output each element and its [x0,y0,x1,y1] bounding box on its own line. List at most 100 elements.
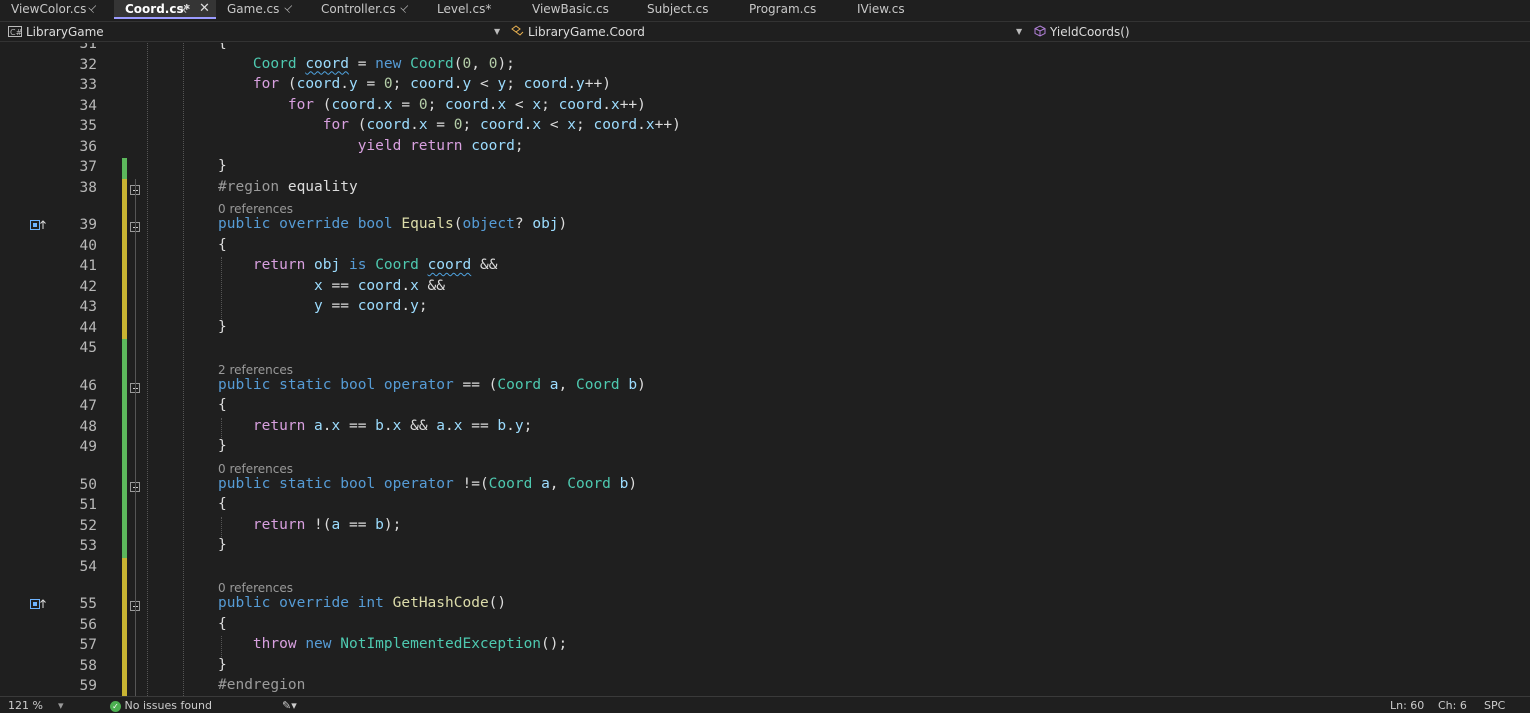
indent-guide [183,43,184,696]
code-line[interactable]: return obj is Coord coord && [218,257,498,273]
tab-controller-cs[interactable]: Controller.cs ⊥ [310,0,426,19]
brush-icon[interactable]: ✎▾ [282,699,297,713]
line-number: 45 [79,340,97,356]
chevron-down-icon[interactable]: ▾ [58,699,64,713]
code-line[interactable]: throw new NotImplementedException(); [218,636,567,652]
code-line[interactable]: return !(a == b); [218,517,401,533]
code-line[interactable]: return a.x == b.x && a.x == b.y; [218,418,532,434]
code-line[interactable]: for (coord.y = 0; coord.y < y; coord.y++… [218,76,611,92]
code-line[interactable]: y == coord.y; [218,298,428,314]
code-line[interactable]: } [218,657,227,673]
line-number: 46 [79,377,97,394]
line-number: 39 [79,217,97,233]
line-number: 36 [79,138,97,155]
change-tracking-bar [122,339,127,558]
code-line[interactable]: { [218,496,227,512]
zoom-level[interactable]: 121 % [8,699,43,713]
code-line[interactable]: public override int GetHashCode() [218,595,506,611]
codelens-references[interactable]: 2 references [218,363,293,377]
check-icon: ✓ [110,700,121,712]
line-number: 48 [79,418,97,435]
line-number: 35 [79,118,97,134]
code-line[interactable]: { [218,397,227,413]
line-number: 44 [79,319,97,336]
codelens-references[interactable]: 0 references [218,581,293,595]
line-number: 32 [79,56,97,73]
tab-label: Subject.cs [647,2,709,16]
project-name: LibraryGame [26,25,104,39]
tab-label: Game.cs [227,2,280,16]
code-line[interactable]: } [218,158,227,174]
project-dropdown[interactable]: C# LibraryGame ▼ [8,23,502,41]
close-icon[interactable]: ✕ [199,0,210,18]
chevron-down-icon: ▼ [1016,27,1023,36]
code-line[interactable]: { [218,616,227,632]
tab-program-cs[interactable]: Program.cs [738,0,846,19]
csharp-project-icon: C# [8,24,23,42]
code-line[interactable]: x == coord.x && [218,278,445,294]
code-line[interactable]: } [218,319,227,335]
pin-icon[interactable]: ⊥ [279,0,298,18]
indent-mode[interactable]: SPC [1484,699,1505,713]
code-line[interactable]: public static bool operator == (Coord a,… [218,377,646,393]
line-number: 31 [79,43,97,52]
class-icon [510,24,524,42]
member-dropdown[interactable]: YieldCoords() [1034,23,1530,41]
tab-subject-cs[interactable]: Subject.cs [636,0,738,19]
line-number: 55 [79,596,97,612]
tab-coord-cs[interactable]: Coord.cs* ⊥ ✕ [114,0,216,19]
line-number: 49 [79,439,97,455]
change-tracking-bar [122,178,127,339]
line-number: 59 [79,678,97,694]
code-line[interactable]: #region equality [218,179,358,195]
line-number: 41 [79,258,97,274]
line-number: 53 [79,538,97,554]
codelens-references[interactable]: 0 references [218,202,293,216]
tab-viewbasic-cs[interactable]: ViewBasic.cs [521,0,636,19]
code-line[interactable]: for (coord.x = 0; coord.x < x; coord.x++… [218,117,681,133]
line-number: 38 [79,179,97,196]
line-number: 40 [79,237,97,254]
pin-icon[interactable]: ⊥ [395,0,414,18]
svg-text:C#: C# [10,28,22,37]
tab-game-cs[interactable]: Game.cs ⊥ [216,0,310,19]
code-line[interactable]: Coord coord = new Coord(0, 0); [218,56,515,72]
line-number: 57 [79,637,97,653]
code-editor[interactable]: 31 {32 Coord coord = new Coord(0, 0); 33 f… [0,43,1530,696]
tab-iview-cs[interactable]: IView.cs [846,0,932,19]
code-line[interactable]: } [218,438,227,454]
type-dropdown[interactable]: LibraryGame.Coord ▼ [510,23,1024,41]
tab-level-cs[interactable]: Level.cs* [426,0,521,19]
chevron-down-icon: ▼ [494,27,501,36]
tab-label: Program.cs [749,2,817,16]
document-tab-bar: ViewColor.cs ⊥ Coord.cs* ⊥ ✕ Game.cs ⊥ Controll… [0,0,1530,19]
code-line[interactable]: } [218,537,227,553]
code-line[interactable]: public static bool operator !=(Coord a, … [218,476,637,492]
change-tracking-bar [122,158,127,179]
line-number: 56 [79,616,97,633]
line-number: 37 [79,159,97,175]
code-line[interactable]: public override bool Equals(object? obj) [218,216,567,232]
code-line[interactable]: { [218,43,227,51]
tab-label: IView.cs [857,2,905,16]
tab-label: Level.cs* [437,2,492,16]
issues-indicator[interactable]: ✓ No issues found [110,699,212,713]
line-number: 51 [79,497,97,513]
type-name: LibraryGame.Coord [528,25,645,39]
code-line[interactable]: yield return coord; [218,138,524,154]
code-line[interactable]: for (coord.x = 0; coord.x < x; coord.x++… [218,97,646,113]
codelens-references[interactable]: 0 references [218,462,293,476]
tab-label: Controller.cs [321,2,396,16]
line-number: 50 [79,476,97,493]
tab-viewcolor-cs[interactable]: ViewColor.cs ⊥ [0,0,114,19]
line-number: Ln: 60 [1390,699,1425,712]
line-number: 54 [79,558,97,575]
code-line[interactable]: #endregion [218,677,305,693]
change-tracking-bar [122,557,127,696]
tab-label: ViewColor.cs [11,2,87,16]
method-icon [1034,24,1046,42]
code-line[interactable]: { [218,237,227,253]
member-name: YieldCoords() [1050,25,1130,39]
line-number: 58 [79,657,97,674]
line-number: 33 [79,77,97,93]
